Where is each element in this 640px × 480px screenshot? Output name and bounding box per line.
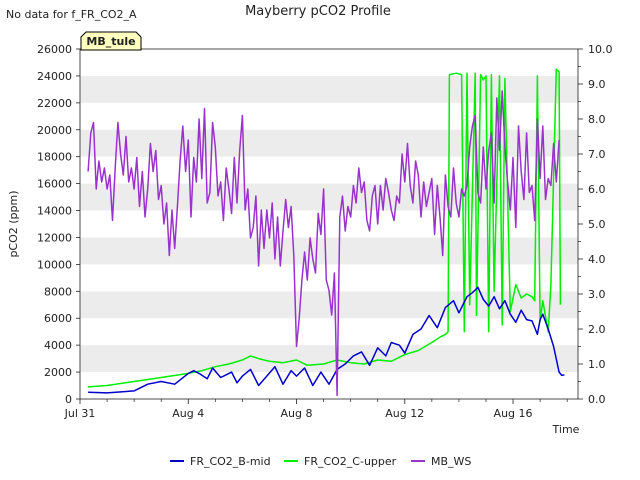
y-tick-label: 14000 — [37, 205, 72, 218]
annotation-label: MB_tule — [86, 35, 135, 48]
y-tick-label: 16000 — [37, 178, 72, 191]
left-axis: 0 2000 4000 6000 8000 10000 12000 14000 16000 180… — [37, 43, 80, 406]
x-axis: Jul 31 Aug 4 Aug 8 Aug 12 Aug 16 — [64, 399, 568, 420]
x-tick-label: Aug 16 — [494, 407, 533, 420]
annotation-box: MB_tule — [80, 31, 142, 51]
grid-band — [80, 345, 578, 373]
x-tick-label: Jul 31 — [64, 407, 96, 420]
x-axis-label: Time — [552, 423, 580, 436]
y2-tick-label: 6.0 — [588, 183, 606, 196]
chart-figure: No data for f_FR_CO2_A Mayberry pCO2 Pro… — [6, 4, 613, 468]
y2-tick-label: 1.0 — [588, 358, 606, 371]
right-axis: 0.0 1.0 2.0 3.0 4.0 5.0 6.0 7.0 8.0 9.0 10.0 — [578, 43, 613, 406]
chart-title: Mayberry pCO2 Profile — [245, 4, 391, 19]
y-tick-label: 26000 — [37, 43, 72, 56]
y-tick-label: 2000 — [44, 366, 72, 379]
y-tick-label: 22000 — [37, 97, 72, 110]
y2-tick-label: 4.0 — [588, 253, 606, 266]
y2-tick-label: 8.0 — [588, 113, 606, 126]
y-tick-label: 24000 — [37, 70, 72, 83]
y2-tick-label: 0.0 — [588, 393, 606, 406]
y-tick-label: 10000 — [37, 258, 72, 271]
no-data-note: No data for f_FR_CO2_A — [6, 8, 137, 21]
y-tick-label: 0 — [65, 393, 72, 406]
legend-label: FR_CO2_C-upper — [304, 455, 397, 468]
y-tick-label: 6000 — [44, 312, 72, 325]
legend-label: FR_CO2_B-mid — [190, 455, 271, 468]
x-tick-label: Aug 4 — [172, 407, 204, 420]
y2-tick-label: 9.0 — [588, 78, 606, 91]
grid-band — [80, 129, 578, 157]
y-axis-label: pCO2 (ppm) — [7, 190, 20, 257]
y-tick-label: 4000 — [44, 339, 72, 352]
y2-tick-label: 7.0 — [588, 148, 606, 161]
y-tick-label: 20000 — [37, 124, 72, 137]
x-tick-label: Aug 8 — [281, 407, 313, 420]
y2-tick-label: 3.0 — [588, 288, 606, 301]
legend: FR_CO2_B-mid FR_CO2_C-upper MB_WS — [170, 455, 471, 468]
y2-tick-label: 2.0 — [588, 323, 606, 336]
legend-label: MB_WS — [431, 455, 471, 468]
x-tick-label: Aug 12 — [385, 407, 424, 420]
y2-tick-label: 5.0 — [588, 218, 606, 231]
y-tick-label: 12000 — [37, 231, 72, 244]
y2-tick-label: 10.0 — [588, 43, 613, 56]
y-tick-label: 8000 — [44, 285, 72, 298]
y-tick-label: 18000 — [37, 151, 72, 164]
